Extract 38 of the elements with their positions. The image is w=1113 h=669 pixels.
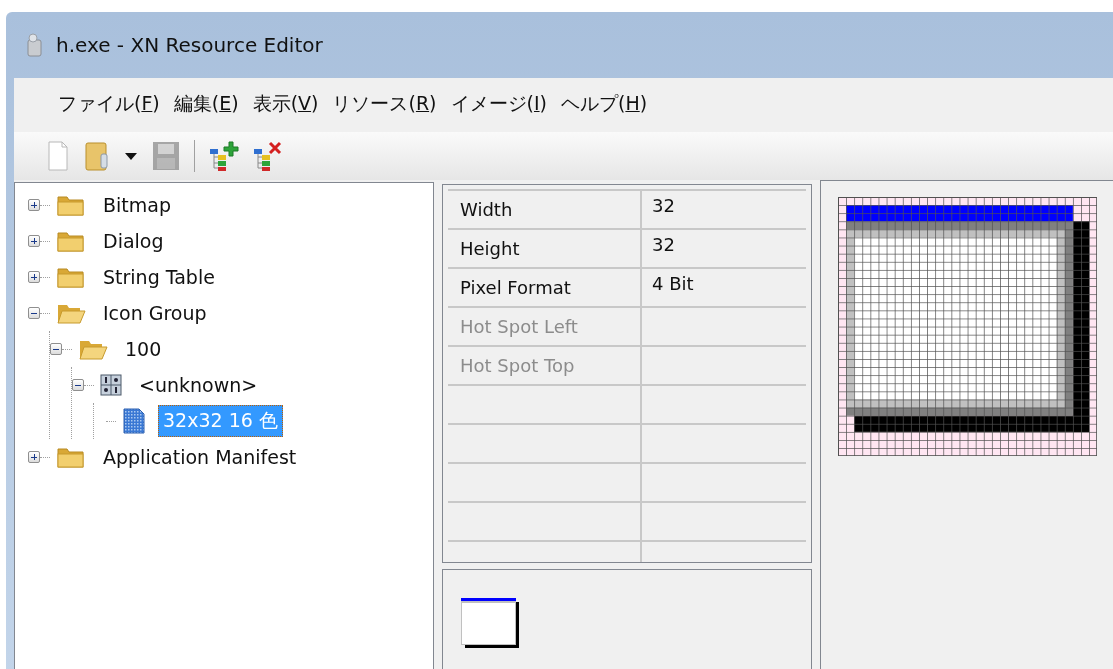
- menu-item[interactable]: 編集(E): [167, 87, 245, 121]
- menu-item[interactable]: ファイル(F): [52, 87, 166, 121]
- caret-icon: [124, 151, 138, 161]
- menu-item[interactable]: 表示(V): [246, 87, 325, 121]
- save-icon: [152, 141, 180, 171]
- property-name: Height: [448, 229, 641, 268]
- menu-item[interactable]: リソース(R): [326, 87, 443, 121]
- tree-item[interactable]: Bitmap: [98, 191, 176, 219]
- property-name: Hot Spot Top: [448, 346, 641, 385]
- tree-item[interactable]: 100: [120, 335, 167, 363]
- tree-item[interactable]: Icon Group: [98, 299, 212, 327]
- tree-item[interactable]: String Table: [98, 263, 220, 291]
- menu-item[interactable]: イメージ(I): [444, 87, 553, 121]
- collapse-button[interactable]: [28, 307, 40, 319]
- expand-button[interactable]: [28, 235, 40, 247]
- property-value: 32: [652, 234, 675, 255]
- property-name: Width: [448, 190, 641, 229]
- collapse-button[interactable]: [72, 379, 84, 391]
- property-name: Pixel Format: [448, 268, 641, 307]
- add-resource-button[interactable]: [207, 139, 241, 173]
- image-icon: [122, 408, 146, 434]
- icon-group-icon: [100, 374, 122, 396]
- expand-button[interactable]: [28, 451, 40, 463]
- property-name: Hot Spot Left: [448, 307, 641, 346]
- expand-button[interactable]: [28, 199, 40, 211]
- collapse-button[interactable]: [50, 343, 62, 355]
- window-title: h.exe - XN Resource Editor: [56, 33, 323, 57]
- expand-button[interactable]: [28, 271, 40, 283]
- tree-item[interactable]: <unknown>: [134, 371, 263, 399]
- tree-item[interactable]: Dialog: [98, 227, 169, 255]
- folder-icon: [84, 140, 110, 172]
- delete-resource-icon: [253, 141, 283, 171]
- menu-item[interactable]: ヘルプ(H): [555, 87, 654, 121]
- property-value: 32: [652, 195, 675, 216]
- tree-item[interactable]: Application Manifest: [98, 443, 302, 471]
- add-resource-icon: [209, 141, 239, 171]
- property-value: 4 Bit: [652, 273, 694, 294]
- new-file-icon: [46, 140, 70, 172]
